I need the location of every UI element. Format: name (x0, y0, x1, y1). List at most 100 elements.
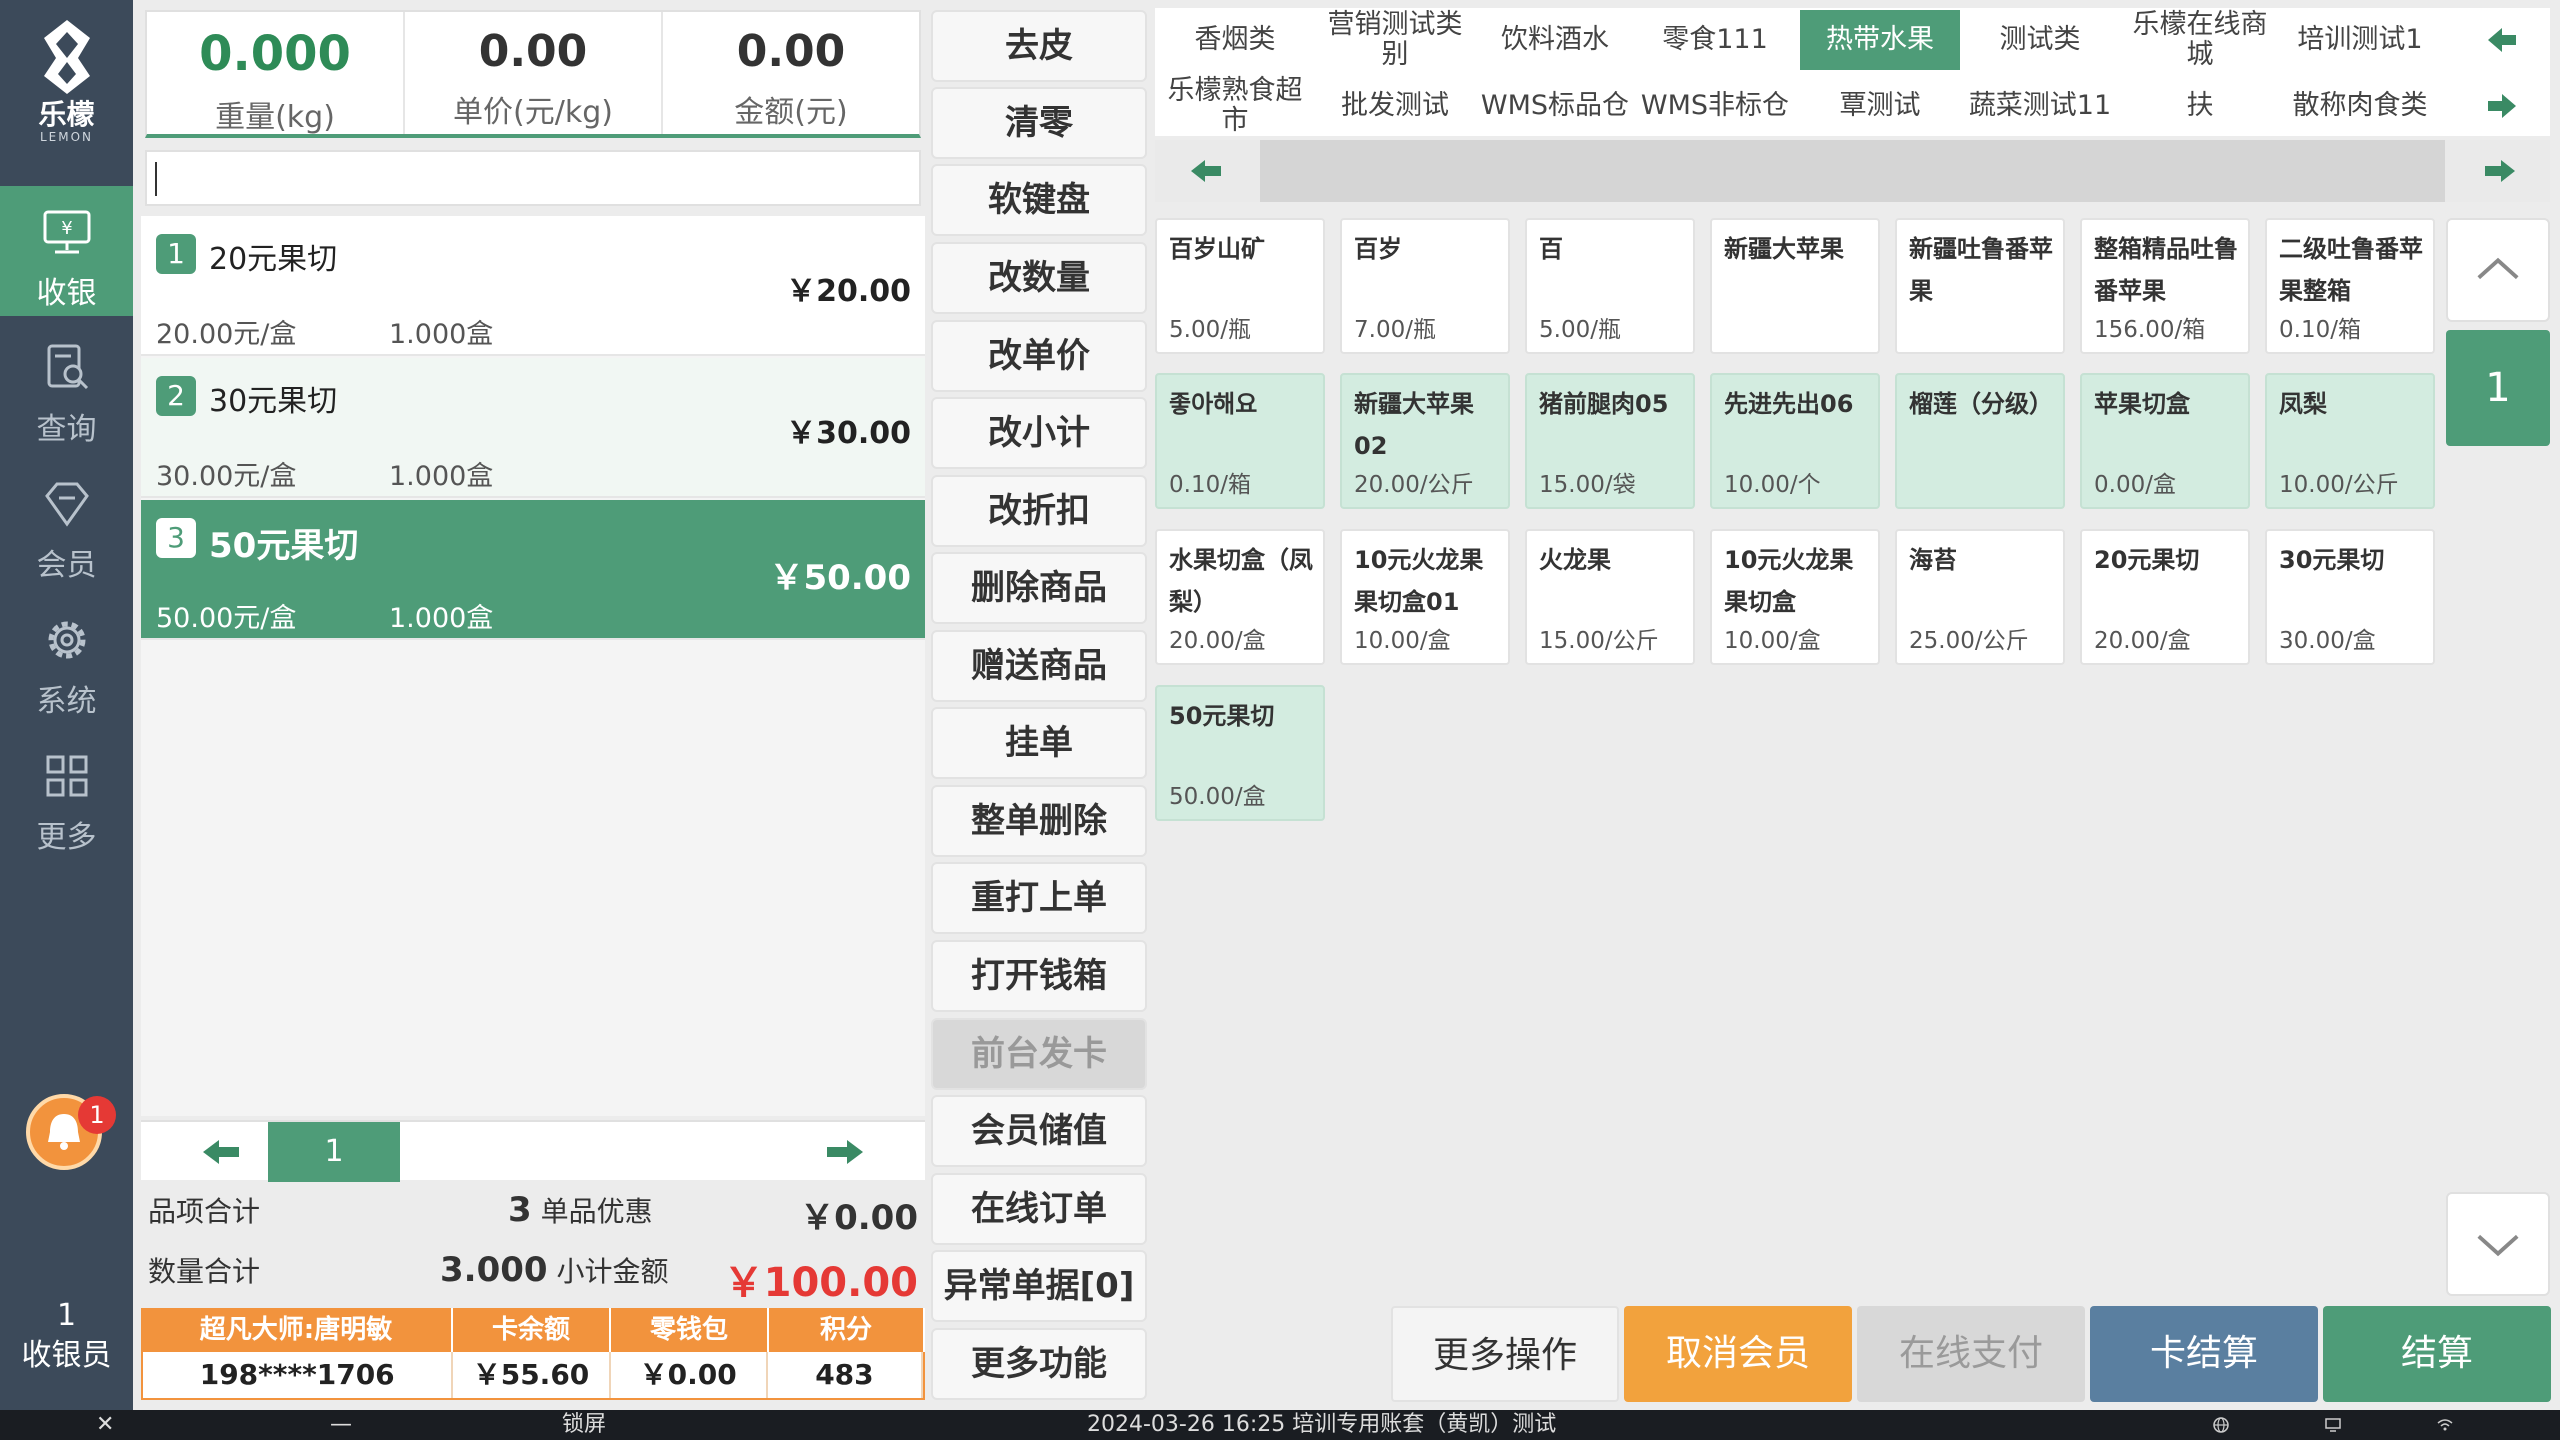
member-topup-button[interactable]: 会员储值 (931, 1095, 1147, 1167)
nav-member[interactable]: 会员 (0, 458, 133, 588)
cart-item[interactable]: 2 30元果切 ￥30.00 30.00元/盒 1.000盒 (141, 358, 925, 498)
category-next-arrow-icon[interactable] (2470, 76, 2530, 136)
online-orders-button[interactable]: 在线订单 (931, 1173, 1147, 1245)
product-card[interactable]: 猪前腿肉05 15.00/袋 (1525, 373, 1695, 509)
subcategory-bar (1155, 140, 2550, 202)
product-card[interactable]: 10元火龙果果切盒01 10.00/盒 (1340, 529, 1510, 665)
product-card[interactable]: 百岁山矿 5.00/瓶 (1155, 218, 1325, 354)
tare-button[interactable]: 去皮 (931, 10, 1147, 82)
cart-item-selected[interactable]: 3 50元果切 ￥50.00 50.00元/盒 1.000盒 (141, 500, 925, 640)
abnormal-docs-button[interactable]: 异常单据[0] (931, 1250, 1147, 1322)
settle-button[interactable]: 结算 (2323, 1306, 2551, 1402)
product-card[interactable]: 百 5.00/瓶 (1525, 218, 1695, 354)
category-tabs: 香烟类 营销测试类别 饮料酒水 零食111 热带水果 测试类 乐檬在线商城 培训… (1155, 8, 2550, 136)
prev-page-arrow-icon[interactable] (181, 1130, 261, 1174)
cart-item[interactable]: 1 20元果切 ￥20.00 20.00元/盒 1.000盒 (141, 216, 925, 356)
category-tab[interactable]: WMS标品仓 (1475, 76, 1635, 136)
nav-system[interactable]: 系统 (0, 594, 133, 724)
category-tab[interactable]: 香烟类 (1155, 10, 1315, 70)
grid-icon (46, 755, 87, 797)
product-card[interactable]: 水果切盒（凤梨） 20.00/盒 (1155, 529, 1325, 665)
product-price: 10.00/盒 (1724, 628, 1821, 654)
category-tab[interactable]: 覃测试 (1800, 76, 1960, 136)
change-subtotal-button[interactable]: 改小计 (931, 397, 1147, 469)
category-tab[interactable]: 测试类 (1960, 10, 2120, 70)
category-tab-active[interactable]: 热带水果 (1800, 10, 1960, 70)
cancel-member-button[interactable]: 取消会员 (1624, 1306, 1852, 1402)
category-tab[interactable]: 乐檬在线商城 (2120, 10, 2280, 70)
hold-order-button[interactable]: 挂单 (931, 707, 1147, 779)
reprint-button[interactable]: 重打上单 (931, 862, 1147, 934)
open-drawer-button[interactable]: 打开钱箱 (931, 940, 1147, 1012)
category-prev-arrow-icon[interactable] (2470, 10, 2530, 70)
product-card[interactable]: 20元果切 20.00/盒 (2080, 529, 2250, 665)
close-app-button[interactable]: ✕ (96, 1410, 114, 1440)
issue-card-button[interactable]: 前台发卡 (931, 1018, 1147, 1090)
product-card[interactable]: 新疆大苹果 (1710, 218, 1880, 354)
product-card[interactable]: 二级吐鲁番苹果整箱 0.10/箱 (2265, 218, 2435, 354)
zero-button[interactable]: 清零 (931, 87, 1147, 159)
product-card[interactable]: 火龙果 15.00/公斤 (1525, 529, 1695, 665)
category-tab[interactable]: 批发测试 (1315, 76, 1475, 136)
online-pay-button[interactable]: 在线支付 (1857, 1306, 2085, 1402)
category-tab[interactable]: 营销测试类别 (1315, 10, 1475, 70)
product-name: 新疆吐鲁番苹果 (1909, 235, 2053, 305)
nav-query[interactable]: 查询 (0, 322, 133, 452)
change-discount-button[interactable]: 改折扣 (931, 475, 1147, 547)
category-tab[interactable]: 培训测试1 (2280, 10, 2440, 70)
diamond-icon (44, 482, 89, 527)
product-card[interactable]: 30元果切 30.00/盒 (2265, 529, 2435, 665)
subcategory-prev[interactable] (1155, 140, 1260, 202)
product-price: 20.00/盒 (1169, 628, 1266, 654)
category-tab[interactable]: 零食111 (1635, 10, 1795, 70)
card-settle-button[interactable]: 卡结算 (2090, 1306, 2318, 1402)
product-card[interactable]: 海苔 25.00/公斤 (1895, 529, 2065, 665)
minimize-button[interactable]: — (330, 1410, 352, 1440)
soft-keyboard-button[interactable]: 软键盘 (931, 164, 1147, 236)
product-card[interactable]: 苹果切盒 0.00/盒 (2080, 373, 2250, 509)
gift-item-button[interactable]: 赠送商品 (931, 630, 1147, 702)
product-card[interactable]: 榴莲（分级） (1895, 373, 2065, 509)
product-card[interactable]: 先进先出06 10.00/个 (1710, 373, 1880, 509)
card-balance-value: ￥55.60 (453, 1352, 611, 1398)
category-tab[interactable]: WMS非标仓 (1635, 76, 1795, 136)
category-tab[interactable]: 饮料酒水 (1475, 10, 1635, 70)
delete-order-button[interactable]: 整单删除 (931, 785, 1147, 857)
change-price-button[interactable]: 改单价 (931, 320, 1147, 392)
category-tab[interactable]: 乐檬熟食超市 (1155, 76, 1315, 136)
cart-item-unit-price: 20.00元/盒 (156, 319, 297, 350)
category-tab[interactable]: 散称肉食类 (2280, 76, 2440, 136)
product-name: 猪前腿肉05 (1539, 390, 1669, 418)
product-card[interactable]: 百岁 7.00/瓶 (1340, 218, 1510, 354)
nav-more[interactable]: 更多 (0, 730, 133, 860)
nav-cashier-label: 收银 (36, 276, 97, 311)
product-card[interactable]: 좋아해요 0.10/箱 (1155, 373, 1325, 509)
amount-value: 0.00 (736, 26, 846, 77)
lock-screen-button[interactable]: 锁屏 (562, 1410, 606, 1440)
scroll-up-button[interactable] (2446, 218, 2550, 322)
product-name: 20元果切 (2094, 546, 2200, 574)
product-name: 新疆大苹果 (1724, 235, 1844, 263)
scroll-down-button[interactable] (2446, 1192, 2550, 1296)
subcategory-next[interactable] (2445, 140, 2550, 202)
member-info-table[interactable]: 超凡大师:唐明敏 卡余额 零钱包 积分 198****1706 ￥55.60 ￥… (141, 1308, 925, 1400)
barcode-input[interactable] (145, 150, 921, 206)
next-page-arrow-icon[interactable] (805, 1130, 885, 1174)
product-card[interactable]: 凤梨 10.00/公斤 (2265, 373, 2435, 509)
product-card[interactable]: 新疆大苹果02 20.00/公斤 (1340, 373, 1510, 509)
product-card[interactable]: 新疆吐鲁番苹果 (1895, 218, 2065, 354)
delete-item-button[interactable]: 删除商品 (931, 552, 1147, 624)
category-tab[interactable]: 扶 (2120, 76, 2280, 136)
cart-item-name: 50元果切 (209, 526, 359, 566)
status-info: 2024-03-26 16:25 培训专用账套（黄凯）测试 (1087, 1412, 1557, 1437)
more-functions-button[interactable]: 更多功能 (931, 1328, 1147, 1400)
cart-item-price: ￥20.00 (786, 274, 911, 309)
product-card[interactable]: 10元火龙果果切盒 10.00/盒 (1710, 529, 1880, 665)
product-price: 0.00/盒 (2094, 472, 2176, 498)
product-card[interactable]: 整箱精品吐鲁番苹果 156.00/箱 (2080, 218, 2250, 354)
nav-cashier[interactable]: ¥ 收银 (0, 186, 133, 316)
more-operations-button[interactable]: 更多操作 (1391, 1306, 1619, 1402)
change-qty-button[interactable]: 改数量 (931, 242, 1147, 314)
category-tab[interactable]: 蔬菜测试11 (1960, 76, 2120, 136)
product-card[interactable]: 50元果切 50.00/盒 (1155, 685, 1325, 821)
